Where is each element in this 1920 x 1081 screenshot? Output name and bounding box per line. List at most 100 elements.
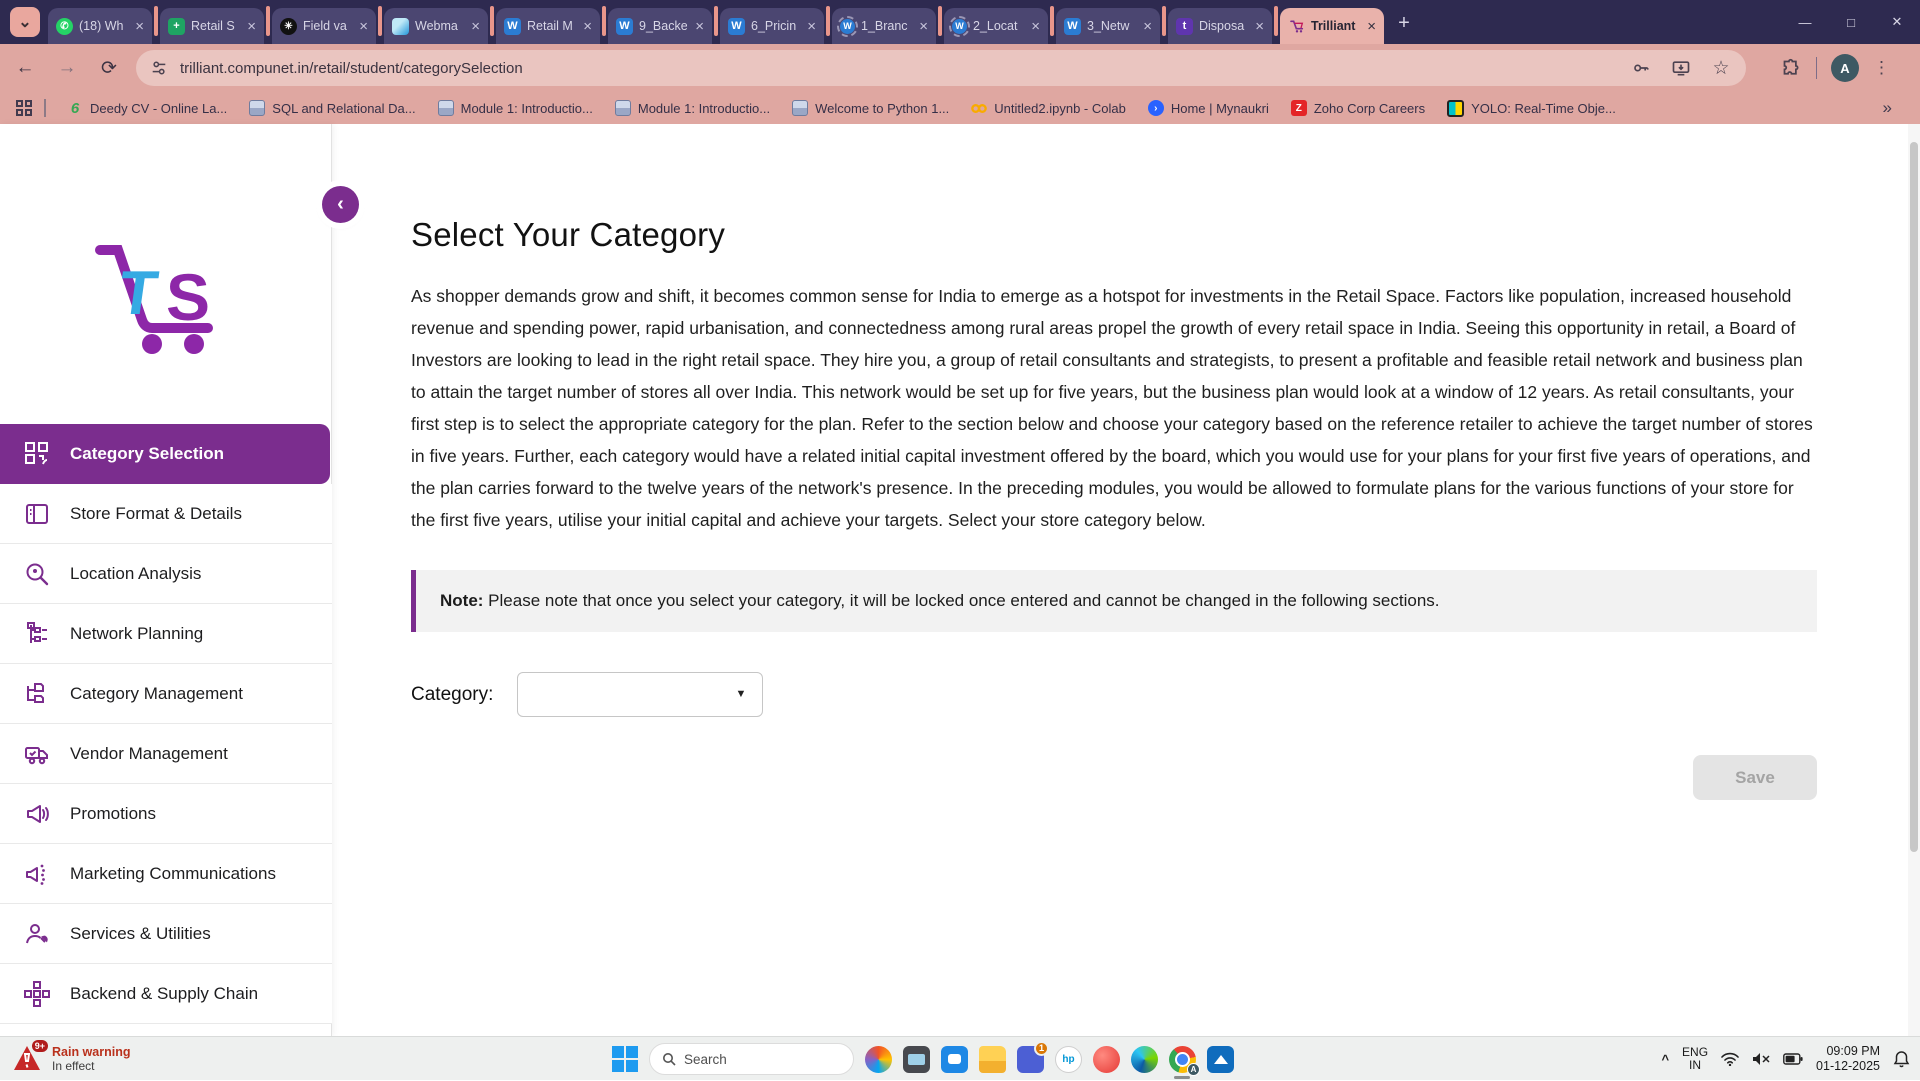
- scrollbar-thumb[interactable]: [1910, 142, 1918, 852]
- close-icon[interactable]: ×: [133, 19, 146, 34]
- bookmark-label: SQL and Relational Da...: [272, 101, 415, 116]
- bookmark-deedy-cv[interactable]: 6 Deedy CV - Online La...: [67, 100, 227, 116]
- sidebar-item-backend-supply-chain[interactable]: Backend & Supply Chain: [0, 964, 332, 1024]
- url-text[interactable]: trilliant.compunet.in/retail/student/cat…: [180, 60, 1612, 77]
- word-icon: W: [504, 18, 521, 35]
- window-maximize-button[interactable]: □: [1828, 0, 1874, 44]
- category-select[interactable]: ▼: [517, 672, 763, 717]
- sidebar-item-location-analysis[interactable]: Location Analysis: [0, 544, 332, 604]
- tab-separator: [938, 6, 942, 36]
- tab-3-network[interactable]: W 3_Netw ×: [1056, 8, 1160, 44]
- install-icon[interactable]: [1670, 57, 1692, 79]
- bookmark-star-icon[interactable]: ☆: [1710, 57, 1732, 79]
- notifications-bell-icon[interactable]: [1893, 1050, 1910, 1068]
- address-bar[interactable]: trilliant.compunet.in/retail/student/cat…: [136, 50, 1746, 86]
- extensions-puzzle-icon[interactable]: [1780, 57, 1802, 79]
- password-key-icon[interactable]: [1630, 57, 1652, 79]
- language-indicator[interactable]: ENG IN: [1682, 1046, 1708, 1072]
- sidebar-item-network-planning[interactable]: Network Planning: [0, 604, 332, 664]
- word-icon: W: [728, 18, 745, 35]
- tab-9-backend[interactable]: W 9_Backe ×: [608, 8, 712, 44]
- tab-title: 2_Locat: [973, 19, 1023, 33]
- site-settings-icon[interactable]: [150, 59, 168, 77]
- note-label: Note:: [440, 591, 483, 610]
- close-icon[interactable]: ×: [1029, 19, 1042, 34]
- close-icon[interactable]: ×: [1141, 19, 1154, 34]
- chrome-icon[interactable]: A: [1169, 1046, 1196, 1073]
- sidebar-item-promotions[interactable]: Promotions: [0, 784, 332, 844]
- tab-webmail[interactable]: Webma ×: [384, 8, 488, 44]
- start-button[interactable]: [612, 1046, 638, 1072]
- bookmark-module1-a[interactable]: Module 1: Introductio...: [438, 100, 593, 116]
- window-minimize-button[interactable]: —: [1782, 0, 1828, 44]
- bookmark-sql-course[interactable]: SQL and Relational Da...: [249, 100, 415, 116]
- sidebar-collapse-button[interactable]: ‹: [322, 186, 359, 223]
- tray-overflow-chevron-icon[interactable]: ^: [1661, 1052, 1669, 1067]
- bookmark-module1-b[interactable]: Module 1: Introductio...: [615, 100, 770, 116]
- tab-disposable[interactable]: t Disposa ×: [1168, 8, 1272, 44]
- divider: [1816, 57, 1817, 79]
- language-line2: IN: [1682, 1059, 1708, 1072]
- volume-muted-icon[interactable]: [1752, 1052, 1770, 1066]
- close-icon[interactable]: ×: [469, 19, 482, 34]
- profile-avatar[interactable]: A: [1831, 54, 1859, 82]
- close-icon[interactable]: ×: [245, 19, 258, 34]
- tab-whatsapp[interactable]: ✆ (18) Wh ×: [48, 8, 152, 44]
- active-app-indicator: [1174, 1076, 1190, 1079]
- tab-retail-s[interactable]: + Retail S ×: [160, 8, 264, 44]
- close-icon[interactable]: ×: [1253, 19, 1266, 34]
- bookmark-zoho-careers[interactable]: Z Zoho Corp Careers: [1291, 100, 1425, 116]
- forward-icon[interactable]: →: [50, 51, 84, 85]
- tab-1-branch[interactable]: W 1_Branc ×: [832, 8, 936, 44]
- sidebar-item-category-management[interactable]: Category Management: [0, 664, 332, 724]
- browser-menu-icon[interactable]: ⋮: [1873, 58, 1890, 78]
- tab-search-chevron-icon[interactable]: ⌄: [10, 7, 40, 37]
- close-icon[interactable]: ×: [357, 19, 370, 34]
- clock[interactable]: 09:09 PM 01-12-2025: [1816, 1044, 1880, 1074]
- sidebar: T S Category Selection Store Format & De…: [0, 124, 332, 1036]
- tab-2-location[interactable]: W 2_Locat ×: [944, 8, 1048, 44]
- tab-6-pricing[interactable]: W 6_Pricin ×: [720, 8, 824, 44]
- sidebar-item-store-format[interactable]: Store Format & Details: [0, 484, 332, 544]
- taskbar-search[interactable]: Search: [649, 1043, 854, 1075]
- close-icon[interactable]: ×: [917, 19, 930, 34]
- wifi-icon[interactable]: [1721, 1052, 1739, 1066]
- new-tab-button[interactable]: +: [1390, 9, 1418, 37]
- teams-badge: 1: [1034, 1041, 1049, 1056]
- tab-trilliant-active[interactable]: Trilliant ×: [1280, 8, 1384, 44]
- sidebar-item-marketing-communications[interactable]: Marketing Communications: [0, 844, 332, 904]
- red-app-icon[interactable]: [1093, 1046, 1120, 1073]
- back-icon[interactable]: ←: [8, 51, 42, 85]
- bookmark-label: Module 1: Introductio...: [461, 101, 593, 116]
- window-close-button[interactable]: ✕: [1874, 0, 1920, 44]
- sidebar-item-vendor-management[interactable]: Vendor Management: [0, 724, 332, 784]
- battery-icon[interactable]: [1783, 1053, 1803, 1065]
- tab-retail-m[interactable]: W Retail M ×: [496, 8, 600, 44]
- save-button[interactable]: Save: [1693, 755, 1817, 800]
- bookmark-mynaukri[interactable]: › Home | Mynaukri: [1148, 100, 1269, 116]
- photos-app-icon[interactable]: [1207, 1046, 1234, 1073]
- reload-icon[interactable]: ⟳: [92, 51, 126, 85]
- teams-icon[interactable]: 1: [1017, 1046, 1044, 1073]
- close-icon[interactable]: ×: [1365, 19, 1378, 34]
- weather-widget[interactable]: 9+ Rain warning In effect: [12, 1037, 130, 1081]
- sidebar-item-category-selection[interactable]: Category Selection: [0, 424, 330, 484]
- chat-app-icon[interactable]: [941, 1046, 968, 1073]
- desktop-app-icon[interactable]: [903, 1046, 930, 1073]
- copilot-icon[interactable]: [865, 1046, 892, 1073]
- tab-field-va[interactable]: ✳ Field va ×: [272, 8, 376, 44]
- file-explorer-icon[interactable]: [979, 1046, 1006, 1073]
- page-scrollbar[interactable]: [1908, 124, 1920, 1036]
- close-icon[interactable]: ×: [581, 19, 594, 34]
- close-icon[interactable]: ×: [805, 19, 818, 34]
- close-icon[interactable]: ×: [693, 19, 706, 34]
- bookmark-colab[interactable]: Untitled2.ipynb - Colab: [971, 100, 1126, 116]
- apps-grid-icon[interactable]: [16, 100, 32, 116]
- tab-title: 3_Netw: [1087, 19, 1135, 33]
- bookmark-python[interactable]: Welcome to Python 1...: [792, 100, 949, 116]
- sidebar-item-services-utilities[interactable]: Services & Utilities: [0, 904, 332, 964]
- bookmarks-overflow-chevron-icon[interactable]: »: [1883, 98, 1892, 118]
- edge-icon[interactable]: [1131, 1046, 1158, 1073]
- bookmark-yolo[interactable]: YOLO: Real-Time Obje...: [1447, 100, 1616, 117]
- hp-app-icon[interactable]: hp: [1055, 1046, 1082, 1073]
